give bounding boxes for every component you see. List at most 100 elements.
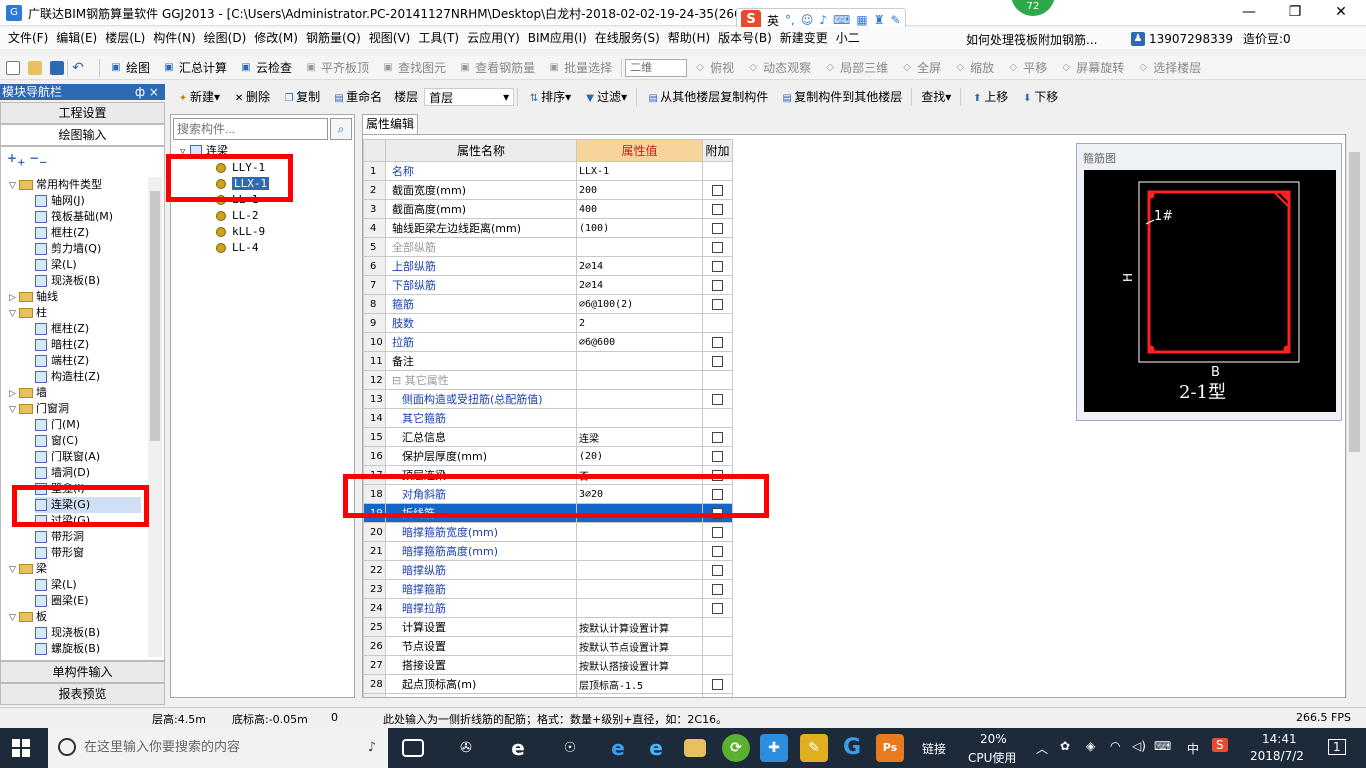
nav-item[interactable]: 轴网(J) bbox=[35, 193, 141, 209]
extra-checkbox[interactable] bbox=[712, 451, 723, 462]
property-row[interactable]: 23 暗撑箍筋 bbox=[363, 579, 733, 599]
property-value[interactable]: 400 bbox=[576, 199, 703, 219]
extra-checkbox[interactable] bbox=[712, 603, 723, 614]
keyboard-icon[interactable]: ⌨ bbox=[1154, 739, 1171, 753]
windows-start-icon[interactable] bbox=[12, 739, 30, 757]
property-row[interactable]: 25 计算设置 按默认计算设置计算 bbox=[363, 617, 733, 637]
nav-item[interactable]: 螺旋板(B) bbox=[35, 641, 141, 657]
sort-button[interactable]: ⇅ 排序▾ bbox=[521, 85, 577, 109]
nav-folder[interactable]: ▽ 门窗洞 bbox=[9, 401, 141, 417]
tray-shield-icon[interactable]: ◈ bbox=[1086, 739, 1095, 753]
help-hint-link[interactable]: 如何处理筏板附加钢筋... bbox=[966, 31, 1097, 48]
nav-item[interactable]: 构造柱(Z) bbox=[35, 369, 141, 385]
file-explorer-icon[interactable] bbox=[684, 739, 706, 757]
property-row[interactable]: 13 侧面构造或受扭筋(总配筋值) bbox=[363, 389, 733, 409]
component-item[interactable]: LL-2 bbox=[216, 208, 259, 224]
expand-toggle-icon[interactable]: ▽ bbox=[9, 402, 19, 418]
move-up-button[interactable]: ⬆ 上移 bbox=[964, 85, 1014, 109]
nav-single-input-button[interactable]: 单构件输入 bbox=[0, 661, 165, 683]
nav-item[interactable]: 暗柱(Z) bbox=[35, 337, 141, 353]
rename-button[interactable]: ▤ 重命名 bbox=[326, 85, 388, 109]
property-value[interactable]: ⌀6@600 bbox=[576, 332, 703, 352]
component-search-input[interactable] bbox=[173, 118, 328, 140]
mic-icon[interactable]: ♪ bbox=[368, 728, 376, 768]
menu-item[interactable]: 视图(V) bbox=[365, 27, 415, 49]
property-value[interactable]: 2 bbox=[576, 313, 703, 333]
move-down-button[interactable]: ⬇ 下移 bbox=[1014, 85, 1064, 109]
view-toolbar-button[interactable]: ◇ 动态观察 bbox=[740, 56, 817, 80]
property-value[interactable] bbox=[576, 522, 703, 542]
extra-checkbox[interactable] bbox=[712, 527, 723, 538]
property-row[interactable]: 14 其它箍筋 bbox=[363, 408, 733, 428]
sogou-tray-icon[interactable]: S bbox=[1212, 738, 1228, 752]
punct-icon[interactable]: °, bbox=[785, 13, 795, 27]
collapse-all-icon[interactable]: −− bbox=[29, 151, 47, 168]
notes-icon[interactable]: ✎ bbox=[800, 734, 828, 762]
extra-checkbox[interactable] bbox=[712, 546, 723, 557]
property-value[interactable]: 2⌀14 bbox=[576, 275, 703, 295]
account-phone[interactable]: 13907298339 bbox=[1149, 32, 1233, 46]
property-value[interactable]: 按默认计算设置计算 bbox=[576, 617, 703, 637]
expand-toggle-icon[interactable]: ▽ bbox=[9, 610, 19, 626]
edge-legacy-icon[interactable]: e bbox=[504, 734, 532, 762]
extra-checkbox[interactable] bbox=[712, 394, 723, 405]
extra-checkbox[interactable] bbox=[712, 299, 723, 310]
nav-folder[interactable]: ▽ 板 bbox=[9, 609, 141, 625]
nav-item[interactable]: 端柱(Z) bbox=[35, 353, 141, 369]
mic-icon[interactable]: ♪ bbox=[819, 13, 827, 27]
expand-all-icon[interactable]: ++ bbox=[7, 151, 25, 168]
nav-item[interactable]: 圈梁(E) bbox=[35, 593, 141, 609]
expand-toggle-icon[interactable]: ▷ bbox=[9, 290, 19, 306]
component-item[interactable]: LL-4 bbox=[216, 240, 259, 256]
property-row[interactable]: 12 ⊟ 其它属性 bbox=[363, 370, 733, 390]
nav-folder[interactable]: ▽ 常用构件类型 bbox=[9, 177, 141, 193]
view-mode-combo[interactable]: 二维 bbox=[625, 58, 688, 77]
extra-checkbox[interactable] bbox=[712, 185, 723, 196]
property-value[interactable]: (20) bbox=[576, 446, 703, 466]
property-row[interactable]: 11 备注 bbox=[363, 351, 733, 371]
keyboard-icon[interactable]: ⌨ bbox=[833, 13, 850, 27]
property-value[interactable] bbox=[576, 541, 703, 561]
toolbar-button[interactable]: ▣ 查看钢筋量 bbox=[452, 56, 541, 80]
nav-item[interactable]: 剪力墙(Q) bbox=[35, 241, 141, 257]
nav-folder[interactable]: ▽ 梁 bbox=[9, 561, 141, 577]
property-value[interactable]: 按默认搭接设置计算 bbox=[576, 655, 703, 675]
search-icon[interactable]: ⌕ bbox=[330, 118, 352, 140]
nav-item[interactable]: 梁(L) bbox=[35, 577, 141, 593]
extra-checkbox[interactable] bbox=[712, 432, 723, 443]
menu-item[interactable]: 编辑(E) bbox=[52, 27, 101, 49]
task-view-icon[interactable] bbox=[402, 739, 424, 757]
property-row[interactable]: 6 上部纵筋 2⌀14 bbox=[363, 256, 733, 276]
extra-checkbox[interactable] bbox=[712, 204, 723, 215]
open-folder-icon[interactable] bbox=[28, 60, 42, 75]
volume-icon[interactable]: ◁) bbox=[1132, 739, 1146, 753]
property-value[interactable] bbox=[576, 579, 703, 599]
edge-icon[interactable]: e bbox=[604, 734, 632, 762]
nav-scroll-thumb[interactable] bbox=[150, 191, 160, 441]
copy-from-floor-button[interactable]: ▤ 从其他楼层复制构件 bbox=[640, 85, 774, 109]
property-row[interactable]: 4 轴线距梁左边线距离(mm) (100) bbox=[363, 218, 733, 238]
notification-center-icon[interactable]: 1 bbox=[1328, 739, 1346, 755]
view-toolbar-button[interactable]: ◇ 平移 bbox=[1000, 56, 1053, 80]
expand-toggle-icon[interactable]: ▽ bbox=[9, 306, 19, 322]
nav-item[interactable]: 门(M) bbox=[35, 417, 141, 433]
wrench-icon[interactable]: ✎ bbox=[890, 13, 900, 27]
menu-item[interactable]: 构件(N) bbox=[149, 27, 199, 49]
copy-to-floor-button[interactable]: ▤ 复制构件到其他楼层 bbox=[774, 85, 908, 109]
component-item[interactable]: kLL-9 bbox=[216, 224, 265, 240]
property-row[interactable]: 7 下部纵筋 2⌀14 bbox=[363, 275, 733, 295]
toolbar-button[interactable]: ▣ 查找图元 bbox=[375, 56, 452, 80]
undo-icon[interactable]: ↶ bbox=[71, 61, 85, 75]
app-icon[interactable]: G bbox=[6, 5, 22, 21]
nav-item[interactable]: 窗(C) bbox=[35, 433, 141, 449]
property-value[interactable]: ⌀6@100(2) bbox=[576, 294, 703, 314]
grid-scroll-thumb[interactable] bbox=[1349, 152, 1360, 452]
property-value[interactable] bbox=[576, 560, 703, 580]
property-value[interactable]: 连梁 bbox=[576, 427, 703, 447]
property-row[interactable]: 8 箍筋 ⌀6@100(2) bbox=[363, 294, 733, 314]
menu-item[interactable]: 钢筋量(Q) bbox=[302, 27, 365, 49]
property-row[interactable]: 26 节点设置 按默认节点设置计算 bbox=[363, 636, 733, 656]
property-row[interactable]: 1 名称 LLX-1 bbox=[363, 161, 733, 181]
clock-date[interactable]: 2018/7/2 bbox=[1250, 749, 1304, 763]
extra-checkbox[interactable] bbox=[712, 261, 723, 272]
